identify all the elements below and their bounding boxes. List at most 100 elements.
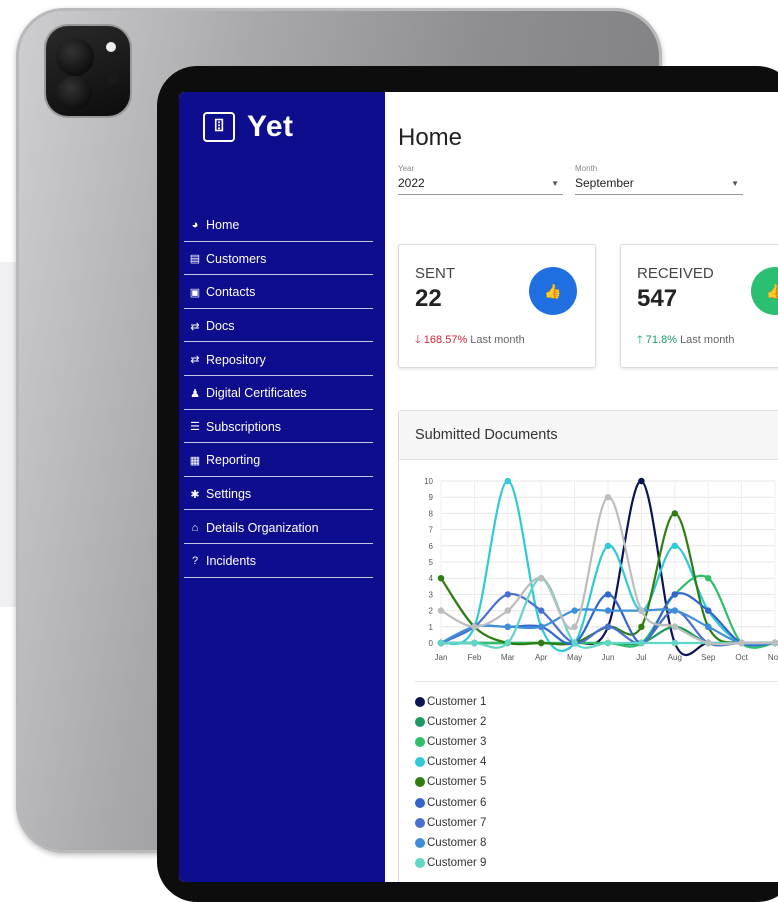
camera-flash [106, 42, 116, 52]
logo-icon: ꘖ [203, 112, 235, 142]
gear-icon: ✱ [190, 488, 200, 501]
camera-module [46, 26, 130, 116]
legend-item[interactable]: Customer 7 [415, 813, 778, 833]
logo-text: Yet [247, 110, 294, 143]
question-icon: ? [191, 555, 199, 568]
data-point [538, 607, 545, 614]
app-screen: ꘖ Yet ◕ Home ▤ Customers ▣ Contacts ⇄ Do… [179, 92, 778, 882]
sent-trend-value: 168.57% [423, 334, 468, 346]
sidebar-item-repository[interactable]: ⇄ Repository [184, 342, 373, 376]
submitted-documents-card: Submitted Documents 0 1 2 3 4 5 6 7 8 9 10 Jan Feb Ma… [398, 410, 778, 882]
data-point [638, 607, 645, 614]
legend-item[interactable]: Customer 2 [415, 712, 778, 732]
app-logo[interactable]: ꘖ Yet [203, 110, 294, 144]
data-point [571, 623, 578, 630]
sidebar-item-label: Repository [206, 352, 266, 367]
y-tick-label: 2 [429, 607, 434, 616]
contact-book-icon: ▣ [189, 286, 201, 299]
exchange-arrows-icon: ⇄ [190, 320, 200, 333]
y-tick-label: 0 [429, 639, 434, 648]
data-point [671, 510, 678, 517]
legend-item[interactable]: Customer 9 [415, 853, 778, 873]
legend-label: Customer 5 [427, 776, 487, 789]
sidebar-item-details-organization[interactable]: ⌂ Details Organization [184, 510, 373, 544]
legend-item[interactable]: Customer 6 [415, 792, 778, 812]
y-tick-label: 8 [429, 509, 434, 518]
sent-trend-text: Last month [470, 334, 525, 346]
submitted-documents-chart: 0 1 2 3 4 5 6 7 8 9 10 Jan Feb Mar Apr May Jun Jul Aug Sep O… [424, 477, 778, 662]
legend-item[interactable]: Customer 8 [415, 833, 778, 853]
caret-down-icon: ▼ [731, 178, 739, 188]
sidebar-item-label: Reporting [206, 453, 261, 468]
legend-label: Customer 8 [427, 836, 487, 849]
sidebar-item-docs[interactable]: ⇄ Docs [184, 309, 373, 343]
legend-dot [415, 817, 425, 828]
legend-item[interactable]: Customer 4 [415, 752, 778, 772]
x-tick-label: Nov [768, 653, 778, 662]
data-point [638, 623, 645, 630]
sidebar-item-subscriptions[interactable]: ☰ Subscriptions [184, 410, 373, 444]
data-point [538, 575, 545, 582]
legend-item[interactable]: Customer 5 [415, 772, 778, 792]
sidebar-item-home[interactable]: ◕ Home [184, 208, 373, 242]
data-point [538, 623, 545, 630]
data-point [604, 542, 612, 549]
x-tick-label: Mar [501, 653, 515, 662]
data-point [504, 591, 511, 598]
sidebar-item-label: Incidents [206, 554, 257, 569]
data-point [437, 575, 445, 582]
data-point [705, 623, 712, 630]
data-point [738, 639, 745, 647]
main-content: Home Year 2022 ▼ Month September ▼ SENT … [385, 92, 778, 882]
thumbs-up-icon: 👍 [529, 267, 577, 315]
y-tick-label: 4 [429, 574, 434, 583]
legend-dot [415, 777, 425, 788]
page-title: Home [398, 124, 463, 151]
legend-item[interactable]: Customer 1 [415, 692, 778, 712]
sidebar-item-customers[interactable]: ▤ Customers [184, 242, 373, 276]
legend-item[interactable]: Customer 3 [415, 732, 778, 752]
month-select[interactable]: Month September ▼ [575, 164, 743, 195]
data-point [705, 575, 712, 582]
sidebar-item-contacts[interactable]: ▣ Contacts [184, 275, 373, 309]
sent-trend: 🡓 168.57% Last month [415, 331, 525, 350]
camera-lens [56, 38, 94, 76]
data-point [504, 477, 511, 485]
sidebar-item-reporting[interactable]: ▦ Reporting [184, 443, 373, 477]
year-select[interactable]: Year 2022 ▼ [398, 164, 563, 195]
legend-label: Customer 3 [427, 736, 487, 749]
data-point [604, 591, 612, 598]
sidebar-item-label: Contacts [206, 285, 256, 300]
legend-dot [415, 717, 425, 728]
calendar-icon: ▦ [189, 454, 201, 467]
sent-label: SENT [415, 265, 456, 282]
dashboard-icon: ◕ [191, 219, 199, 232]
y-tick-label: 10 [424, 477, 433, 486]
data-point [604, 607, 612, 614]
received-trend: 🡑 71.8% Last month [637, 331, 734, 350]
y-tick-label: 5 [429, 558, 434, 567]
arrow-up-icon: 🡑 [637, 334, 643, 346]
sidebar-item-settings[interactable]: ✱ Settings [184, 477, 373, 511]
data-point [671, 623, 678, 630]
legend-dot [415, 797, 425, 808]
data-point [705, 607, 712, 614]
x-tick-label: Oct [735, 653, 748, 662]
data-point [471, 639, 478, 647]
data-point [671, 639, 678, 647]
data-point [571, 639, 578, 647]
home-icon: ⌂ [191, 521, 199, 534]
received-value: 547 [637, 285, 678, 312]
legend-label: Customer 6 [427, 796, 487, 809]
year-select-value: 2022 [398, 176, 425, 190]
thumbs-up-icon: 👍 [751, 267, 778, 315]
x-tick-label: Jan [435, 653, 448, 662]
sidebar-item-incidents[interactable]: ? Incidents [184, 544, 373, 578]
legend-label: Customer 9 [427, 856, 487, 869]
legend-label: Customer 7 [427, 816, 487, 829]
sidebar-item-label: Details Organization [206, 520, 319, 535]
camera-microphone [108, 74, 118, 84]
data-point [604, 639, 612, 647]
y-tick-label: 3 [429, 590, 434, 599]
sidebar-item-digital-certificates[interactable]: ♟ Digital Certificates [184, 376, 373, 410]
